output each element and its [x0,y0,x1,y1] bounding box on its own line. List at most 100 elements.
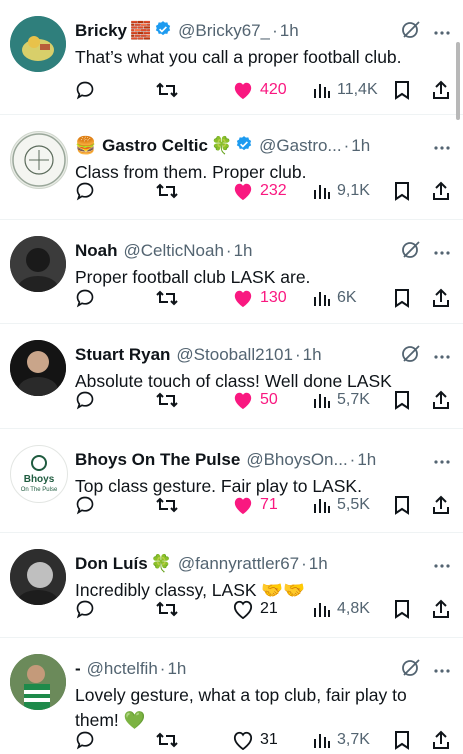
timestamp[interactable]: 1h [280,21,299,41]
retweet-icon[interactable] [155,730,179,750]
retweet-icon[interactable] [155,599,179,619]
share-icon[interactable] [431,599,451,619]
views-button[interactable]: 3,7K [313,731,370,749]
reply-icon[interactable] [75,288,95,308]
tweet[interactable]: Noah @CelticNoah · 1h Proper football cl… [0,220,463,324]
bookmark-icon[interactable] [393,730,411,750]
more-options-icon[interactable] [433,554,451,574]
verified-badge-icon [154,20,172,43]
more-options-icon[interactable] [433,21,451,41]
tweet[interactable]: Stuart Ryan @Stooball2101 · 1h Absolute … [0,324,463,429]
brick-emoji: 🧱 [129,21,152,40]
retweet-icon[interactable] [155,181,179,201]
author-name[interactable]: Noah [75,241,118,261]
like-button[interactable]: 130 [232,288,287,308]
like-button[interactable]: 50 [232,390,278,410]
views-button[interactable]: 6K [313,289,357,307]
grok-slash-icon[interactable] [401,19,421,44]
reply-icon[interactable] [75,495,95,515]
scrollbar[interactable] [456,42,460,120]
reply-icon[interactable] [75,181,95,201]
avatar[interactable]: Bhoys On The Pulse [10,445,68,503]
author-name[interactable]: Bhoys On The Pulse [75,450,240,470]
like-button[interactable]: 420 [232,80,287,100]
author-name[interactable]: Stuart Ryan [75,345,170,365]
bookmark-icon[interactable] [393,80,411,100]
more-options-icon[interactable] [433,659,451,679]
timestamp[interactable]: 1h [167,659,186,679]
like-button[interactable]: 21 [232,599,278,619]
tweet[interactable]: Don Luís 🍀 @fannyrattler67 · 1h Incredib… [0,533,463,638]
timestamp[interactable]: 1h [309,554,328,574]
author-handle[interactable]: @CelticNoah [124,241,224,261]
avatar[interactable] [10,236,66,292]
views-button[interactable]: 5,5K [313,496,370,514]
views-button[interactable]: 9,1K [313,182,370,200]
tweet[interactable]: Bhoys On The Pulse Bhoys On The Pulse @Bh… [0,429,463,533]
retweet-icon[interactable] [155,495,179,515]
author-name[interactable]: Bricky [75,21,127,41]
retweet-icon[interactable] [155,390,179,410]
author-handle[interactable]: @BhoysOn... [246,450,347,470]
bookmark-icon[interactable] [393,495,411,515]
timestamp[interactable]: 1h [234,241,253,261]
more-options-icon[interactable] [433,136,451,156]
shamrock-emoji: 🍀 [210,136,233,155]
bookmark-icon[interactable] [393,181,411,201]
separator-dot: · [225,241,232,260]
author-name[interactable]: Don Luís [75,554,148,574]
avatar[interactable] [10,131,68,189]
separator-dot: · [343,136,350,155]
author-handle[interactable]: @Bricky67_ [178,21,270,41]
view-count: 6K [337,289,357,306]
avatar[interactable] [10,340,66,396]
timestamp[interactable]: 1h [357,450,376,470]
author-handle[interactable]: @Stooball2101 [176,345,293,365]
share-icon[interactable] [431,495,451,515]
reply-icon[interactable] [75,730,95,750]
tweet[interactable]: - @hctelfih · 1h Lovely gesture, what a … [0,638,463,750]
tweet[interactable]: Bricky 🧱 @Bricky67_ · 1h That’s what you… [0,0,463,115]
share-icon[interactable] [431,390,451,410]
like-count: 420 [260,81,287,98]
author-name[interactable]: Gastro Celtic [102,136,208,156]
separator-dot: · [294,345,301,364]
share-icon[interactable] [431,181,451,201]
grok-slash-icon[interactable] [401,239,421,264]
retweet-icon[interactable] [155,288,179,308]
timestamp[interactable]: 1h [351,136,370,156]
like-button[interactable]: 31 [232,730,278,750]
bookmark-icon[interactable] [393,599,411,619]
view-count: 11,4K [337,81,378,98]
grok-slash-icon[interactable] [401,657,421,682]
more-options-icon[interactable] [433,241,451,261]
bookmark-icon[interactable] [393,288,411,308]
tweet[interactable]: 🍔 Gastro Celtic 🍀 @Gastro... · 1h Class … [0,115,463,220]
views-button[interactable]: 11,4K [313,81,378,99]
retweet-icon[interactable] [155,80,179,100]
avatar[interactable] [10,654,66,710]
views-button[interactable]: 5,7K [313,391,370,409]
timestamp[interactable]: 1h [303,345,322,365]
author-handle[interactable]: @Gastro... [259,136,341,156]
share-icon[interactable] [431,80,451,100]
like-button[interactable]: 232 [232,181,287,201]
share-icon[interactable] [431,730,451,750]
reply-icon[interactable] [75,599,95,619]
avatar[interactable] [10,549,66,605]
grok-slash-icon[interactable] [401,343,421,368]
more-options-icon[interactable] [433,450,451,470]
avatar[interactable] [10,16,66,72]
views-button[interactable]: 4,8K [313,600,370,618]
reply-icon[interactable] [75,80,95,100]
reply-icon[interactable] [75,390,95,410]
like-button[interactable]: 71 [232,495,278,515]
author-handle[interactable]: @fannyrattler67 [178,554,299,574]
like-count: 31 [260,731,278,748]
more-options-icon[interactable] [433,345,451,365]
bookmark-icon[interactable] [393,390,411,410]
view-count: 5,5K [337,496,370,513]
share-icon[interactable] [431,288,451,308]
author-name[interactable]: - [75,659,81,679]
author-handle[interactable]: @hctelfih [87,659,158,679]
